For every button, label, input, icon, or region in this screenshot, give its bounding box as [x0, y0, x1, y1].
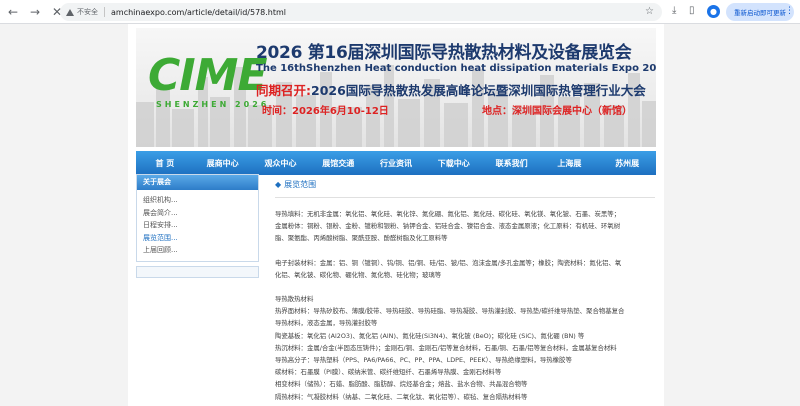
profile-avatar-icon[interactable]: ●	[707, 5, 720, 18]
sidebar-item-review[interactable]: 上届回顾...	[143, 244, 252, 257]
nav-item-visitors[interactable]: 观众中心	[252, 158, 310, 169]
side-panel-icon[interactable]: ▯	[689, 5, 695, 16]
nav-item-downloads[interactable]: 下载中心	[425, 158, 483, 169]
sidebar: 关于展会 组织机构... 展会简介... 日程安排... 展览范围... 上届回…	[136, 174, 259, 278]
scope-line: 导热散热材料	[275, 295, 314, 304]
nav-item-exhibitors[interactable]: 展商中心	[194, 158, 252, 169]
nav-item-contact[interactable]: 联系我们	[483, 158, 541, 169]
download-icon[interactable]: ⤓	[672, 5, 676, 16]
article-title-text: 展览范围	[284, 180, 317, 189]
bookmark-star-icon[interactable]: ☆	[645, 6, 654, 17]
article-body: 导热填料：无机非金属：氧化铝、氧化硅、氧化锌、氮化硼、氮化铝、氮化硅、碳化硅、氧…	[275, 208, 655, 403]
update-button[interactable]: 重新启动即可更新	[726, 3, 794, 21]
cime-logo: CIME	[148, 50, 268, 101]
nav-item-shanghai[interactable]: 上海展	[540, 158, 598, 169]
scope-line: 碳材料：石墨膜（PI膜）、碳纳米管、碳纤维短纤、石墨烯导热膜、金刚石材料等	[275, 368, 502, 377]
sidebar-item-scope[interactable]: 展览范围...	[143, 232, 252, 245]
scope-line: 导热材料，液态金属，导热灌封胶等	[275, 319, 378, 328]
sidebar-list: 组织机构... 展会简介... 日程安排... 展览范围... 上届回顾...	[137, 190, 258, 261]
forward-arrow-icon[interactable]: →	[26, 3, 44, 21]
expo-banner: CIME SHENZHEN 2026 2026 第16届深圳国际导热散热材料及设…	[136, 28, 656, 147]
security-indicator[interactable]: 不安全	[66, 7, 98, 17]
sidebar-box: 关于展会 组织机构... 展会简介... 日程安排... 展览范围... 上届回…	[136, 174, 259, 262]
banner-title: 2026 第16届深圳国际导热散热材料及设备展览会	[256, 43, 632, 63]
concurrent-label: 同期召开:	[256, 83, 311, 98]
sidebar-item-introduction[interactable]: 展会简介...	[143, 207, 252, 220]
scope-line: 隔热材料：气凝胶材料（纳基、二氧化硅、二氧化钛、氧化铝等）、碳毡、复合隔热材料等	[275, 392, 528, 401]
main-nav: 首 页 展商中心 观众中心 展馆交通 行业资讯 下载中心 联系我们 上海展 苏州…	[136, 151, 656, 175]
sidebar-item-schedule[interactable]: 日程安排...	[143, 219, 252, 232]
scope-line: 电子封装材料：金属：铝、铜（镀铜）、钨/铜、铝/铜、硅/铝、铍/铝、泡沫金属/多…	[275, 258, 622, 267]
scope-line: 热界面材料：导热矽胶布、薄膜/胶带、导热硅胶、导热硅脂、导热凝胶、导热灌封胶、导…	[275, 307, 625, 316]
back-arrow-icon[interactable]: ←	[4, 3, 22, 21]
banner-time: 时间：2026年6月10-12日	[262, 106, 389, 117]
sidebar-item-organization[interactable]: 组织机构...	[143, 194, 252, 207]
sidebar-heading: 关于展会	[137, 175, 258, 190]
banner-title-english: The 16thShenzhen Heat conduction heat di…	[256, 63, 656, 74]
scope-line: 脂、聚氨酯、丙烯酸树脂、聚酰亚胺、酚醛树脂及化工原料等	[275, 234, 448, 243]
article-title: ◆ 展览范围	[275, 178, 655, 192]
banner-location: 地点：深圳国际会展中心（新馆）	[482, 106, 632, 117]
nav-item-suzhou[interactable]: 苏州展	[598, 158, 656, 169]
web-page: CIME SHENZHEN 2026 2026 第16届深圳国际导热散热材料及设…	[128, 24, 664, 406]
nav-item-news[interactable]: 行业资讯	[367, 158, 425, 169]
scope-line: 金属粉体：铜粉、银粉、金粉、镀粉和银粉、钠钾合金、铝硅合金、镍铝合金、液态金属原…	[275, 222, 621, 231]
scope-line: 导热填料：无机非金属：氧化铝、氧化硅、氧化锌、氮化硼、氮化铝、氮化硅、碳化硅、氧…	[275, 210, 621, 218]
url-text[interactable]: amchinaexpo.com/article/detail/id/578.ht…	[111, 8, 286, 17]
nav-item-transport[interactable]: 展馆交通	[309, 158, 367, 169]
security-label: 不安全	[77, 8, 98, 16]
scope-line: 相变材料（储热）：石蜡、脂肪酸、脂肪醇、烷烃基合金；熔盐、盐水合物、共晶混合物等	[275, 380, 528, 389]
banner-concurrent: 同期召开:2026国际导热散热发展高峰论坛暨深圳国际热管理行业大会	[256, 80, 646, 99]
scope-line: 化铝、氧化铍、碳化物、硼化物、氮化物、硅化物；玻璃等	[275, 270, 442, 279]
logo-subtitle: SHENZHEN 2026	[156, 100, 270, 109]
more-menu-icon[interactable]: ⋮	[785, 6, 794, 16]
address-bar[interactable]: 不安全 amchinaexpo.com/article/detail/id/57…	[60, 3, 662, 21]
scope-line: 热沉材料：金属/合金(半固态压铸件)；金刚石/铜、金刚石/铝等复合材料，石墨/铜…	[275, 343, 617, 352]
sidebar-footer	[136, 265, 259, 278]
omnibox-divider	[104, 7, 105, 17]
article-content: ◆ 展览范围 导热填料：无机非金属：氧化铝、氧化硅、氧化锌、氮化硼、氮化铝、氮化硅…	[275, 178, 655, 403]
bullet-icon: ◆	[275, 180, 282, 189]
scope-line: 导热高分子：导热塑料（PPS、PA6/PA66、PC、PP、PPA、LDPE、P…	[275, 356, 572, 365]
concurrent-text: 2026国际导热散热发展高峰论坛暨深圳国际热管理行业大会	[311, 83, 646, 98]
warning-icon	[66, 8, 74, 16]
title-divider	[275, 197, 655, 198]
nav-item-home[interactable]: 首 页	[136, 158, 194, 169]
browser-toolbar: ← → ✕ 不安全 amchinaexpo.com/article/detail…	[0, 0, 800, 24]
scope-line: 陶瓷基板：氧化铝 (Al2O3)、氮化铝 (AlN)、氮化硅(Si3N4)、氧化…	[275, 331, 585, 340]
